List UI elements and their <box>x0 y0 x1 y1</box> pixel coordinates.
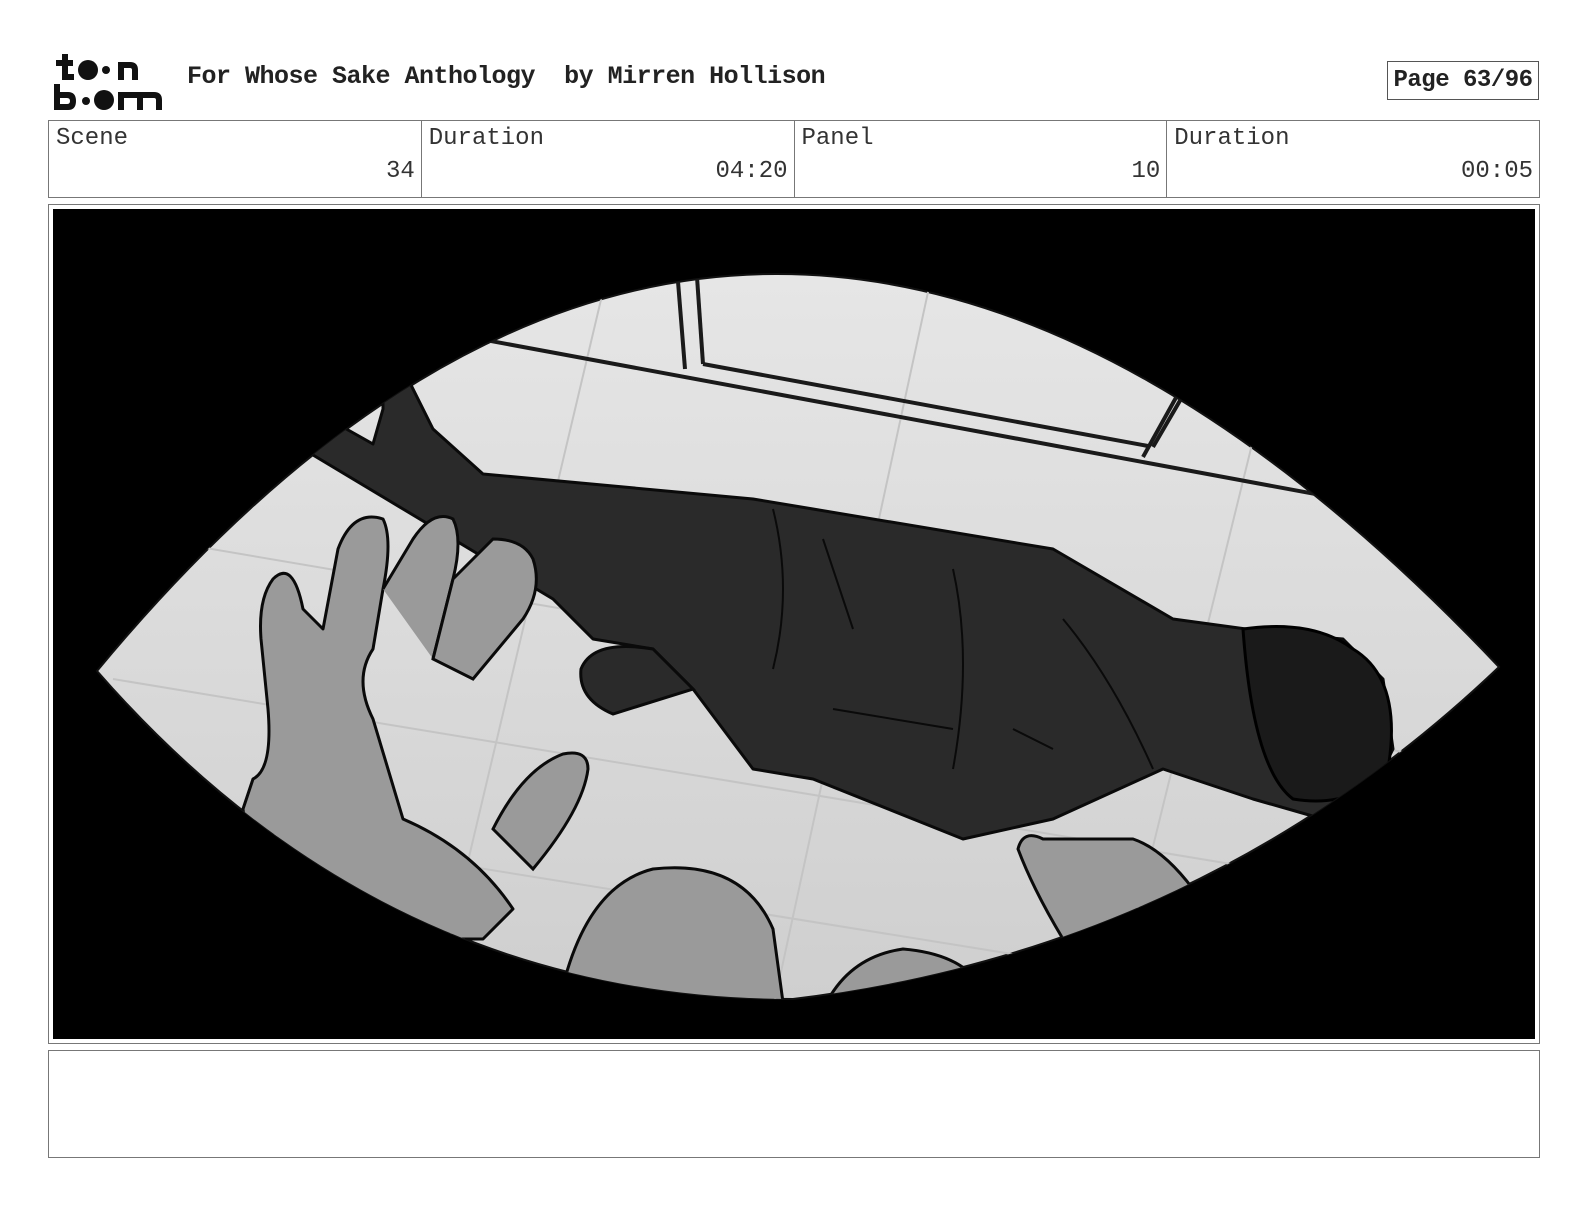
panel-cell: Panel 10 <box>795 121 1168 197</box>
panel-duration-label: Duration <box>1174 125 1290 152</box>
scene-label: Scene <box>56 125 129 152</box>
svg-text:boom: boom <box>52 50 55 51</box>
scene-duration-value: 04:20 <box>715 158 788 185</box>
scene-duration-cell: Duration 04:20 <box>422 121 795 197</box>
panel-notes-box <box>48 1050 1540 1158</box>
panel-drawing <box>53 209 1535 1039</box>
page-number: Page 63/96 <box>1387 61 1539 100</box>
scene-duration-label: Duration <box>428 125 544 152</box>
svg-text:toon: toon <box>52 50 55 51</box>
document-title: For Whose Sake Anthology by Mirren Holli… <box>187 62 826 91</box>
storyboard-panel <box>48 204 1540 1044</box>
toon-boom-logo: toon boom <box>52 50 162 110</box>
panel-label: Panel <box>801 125 874 152</box>
scene-info-row: Scene 34 Duration 04:20 Panel 10 Duratio… <box>48 120 1540 198</box>
panel-duration-cell: Duration 00:05 <box>1167 121 1539 197</box>
panel-duration-value: 00:05 <box>1460 158 1533 185</box>
scene-value: 34 <box>385 158 415 185</box>
scene-cell: Scene 34 <box>49 121 422 197</box>
panel-value: 10 <box>1131 158 1161 185</box>
